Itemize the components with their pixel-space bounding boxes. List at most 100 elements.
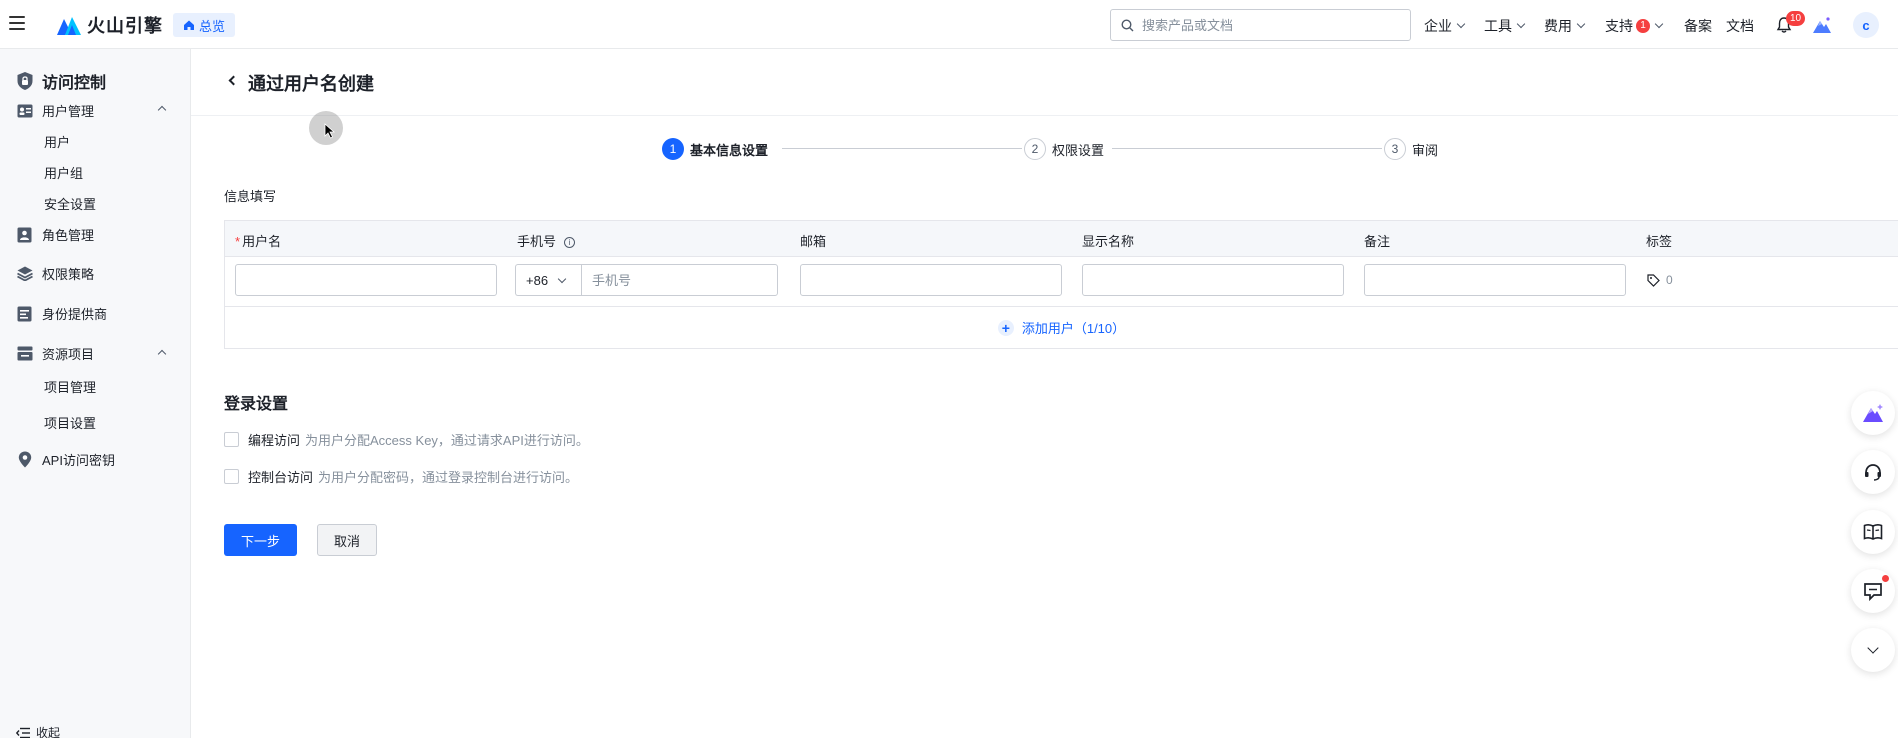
chevron-down-icon [1516, 19, 1526, 29]
search-input[interactable] [1142, 17, 1382, 33]
volcano-logo-icon [57, 17, 81, 35]
sidebar-item-project-settings[interactable]: 项目设置 [44, 413, 96, 432]
plus-icon: + [997, 319, 1014, 336]
nav-docs-label: 文档 [1726, 18, 1754, 34]
sidebar-item-security[interactable]: 安全设置 [44, 194, 96, 213]
nav-tools-label: 工具 [1484, 18, 1512, 34]
nav-docs[interactable]: 文档 [1726, 16, 1754, 36]
collapse-button[interactable]: 收起 [16, 724, 60, 738]
option-label: 编程访问 [248, 433, 301, 448]
chevron-down-icon [1654, 19, 1664, 29]
layers-icon [16, 265, 33, 282]
menu-icon[interactable] [9, 16, 25, 30]
shield-lock-icon [17, 72, 33, 90]
tag-editor[interactable]: 0 [1647, 273, 1673, 287]
collapse-label: 收起 [36, 726, 61, 738]
avatar[interactable]: c [1853, 12, 1879, 38]
step-connector [782, 148, 1022, 149]
support-badge: 1 [1636, 19, 1650, 33]
sidebar-item-roles[interactable]: 角色管理 [16, 225, 94, 244]
chevron-up-icon[interactable] [157, 349, 167, 359]
th-label: 手机号 [517, 234, 557, 249]
notification-badge: 10 [1786, 11, 1806, 26]
programmatic-access-checkbox[interactable] [224, 432, 239, 447]
console-access-option[interactable]: 控制台访问 为用户分配密码，通过登录控制台进行访问。 [224, 467, 578, 486]
nav-support-label: 支持 [1605, 18, 1633, 34]
option-description: 为用户分配密码，通过登录控制台进行访问。 [318, 470, 579, 485]
mouse-cursor-icon [324, 123, 336, 139]
section-label: 信息填写 [224, 189, 277, 204]
sidebar-item-resource-projects[interactable]: 资源项目 [16, 344, 94, 363]
step-connector [1112, 148, 1382, 149]
feedback-float-button[interactable] [1851, 569, 1895, 613]
ai-assistant-float-button[interactable] [1851, 391, 1895, 435]
nav-enterprise-label: 企业 [1424, 18, 1452, 34]
nav-filing[interactable]: 备案 [1684, 16, 1712, 36]
sidebar: 访问控制 用户管理 用户 用户组 安全设置 角色管理 权限策略 身份提供商 资源… [0, 49, 191, 738]
nav-billing-label: 费用 [1544, 18, 1572, 34]
table-header: * 用户名 手机号 i 邮箱 显示名称 备注 标签 [225, 221, 1898, 257]
chevron-down-icon [1576, 19, 1586, 29]
sidebar-item-user-management[interactable]: 用户管理 [16, 101, 94, 120]
next-button[interactable]: 下一步 [224, 524, 297, 556]
programmatic-access-option[interactable]: 编程访问 为用户分配Access Key，通过请求API进行访问。 [224, 430, 589, 449]
note-input[interactable] [1364, 264, 1626, 296]
search-box[interactable] [1110, 9, 1411, 41]
sidebar-item-api-keys[interactable]: API访问密钥 [16, 450, 115, 469]
user-info-table: *用户名 手机号 i 邮箱 显示名称 备注 标签 +86 0 + 添加用户（1/1… [224, 220, 1898, 349]
phone-input[interactable] [581, 264, 778, 296]
chevron-up-icon[interactable] [157, 105, 167, 115]
country-code-select[interactable]: +86 [515, 264, 581, 296]
nav-billing[interactable]: 费用 [1544, 16, 1586, 36]
scroll-down-float-button[interactable] [1851, 628, 1895, 672]
tag-count: 0 [1666, 273, 1673, 287]
message-icon [1864, 582, 1882, 601]
step-number: 3 [1384, 138, 1406, 160]
sidebar-item-label: API访问密钥 [42, 453, 115, 468]
console-access-checkbox[interactable] [224, 469, 239, 484]
sidebar-item-label: 角色管理 [42, 228, 95, 243]
username-input[interactable] [235, 264, 497, 296]
info-icon[interactable]: i [564, 237, 576, 248]
home-icon [184, 20, 194, 30]
sidebar-item-project-management[interactable]: 项目管理 [44, 377, 96, 396]
step-review: 3 审阅 [1384, 138, 1438, 160]
th-note: 备注 [1364, 234, 1391, 249]
sidebar-item-user-groups[interactable]: 用户组 [44, 163, 83, 182]
chevron-down-icon [557, 274, 567, 283]
customer-support-float-button[interactable] [1851, 450, 1895, 494]
sidebar-item-label: 权限策略 [42, 267, 95, 282]
overview-button[interactable]: 总览 [173, 13, 236, 37]
step-permissions: 2 权限设置 [1024, 138, 1104, 160]
step-label: 权限设置 [1052, 142, 1105, 158]
display-name-input[interactable] [1082, 264, 1344, 296]
nav-support[interactable]: 支持 1 [1605, 16, 1664, 36]
docs-float-button[interactable] [1851, 510, 1895, 554]
add-user-button[interactable]: + 添加用户（1/10） [225, 306, 1898, 348]
option-description: 为用户分配Access Key，通过请求API进行访问。 [305, 433, 589, 448]
th-username: * 用户名 [235, 231, 281, 250]
th-tags: 标签 [1646, 234, 1673, 249]
th-label: 用户名 [242, 234, 282, 249]
chevron-down-icon [1456, 19, 1466, 29]
option-label: 控制台访问 [248, 470, 314, 485]
th-display-name: 显示名称 [1082, 234, 1135, 249]
cancel-button[interactable]: 取消 [317, 524, 377, 556]
folder-stack-icon [16, 345, 33, 362]
brand-logo[interactable]: 火山引擎 [55, 12, 163, 38]
ai-assistant-icon[interactable] [1812, 16, 1832, 34]
open-book-icon [1863, 524, 1883, 540]
sidebar-item-users[interactable]: 用户 [44, 132, 70, 151]
email-input[interactable] [800, 264, 1062, 296]
sidebar-item-policies[interactable]: 权限策略 [16, 264, 94, 283]
ai-mountain-icon [1863, 404, 1883, 422]
location-shield-icon [16, 451, 33, 468]
step-label: 审阅 [1412, 142, 1439, 158]
page-header [191, 49, 1898, 116]
step-number: 1 [662, 138, 684, 160]
nav-enterprise[interactable]: 企业 [1424, 16, 1466, 36]
step-label: 基本信息设置 [690, 142, 769, 158]
chevron-down-icon [1867, 642, 1879, 654]
nav-tools[interactable]: 工具 [1484, 16, 1526, 36]
sidebar-item-identity-providers[interactable]: 身份提供商 [16, 304, 107, 323]
